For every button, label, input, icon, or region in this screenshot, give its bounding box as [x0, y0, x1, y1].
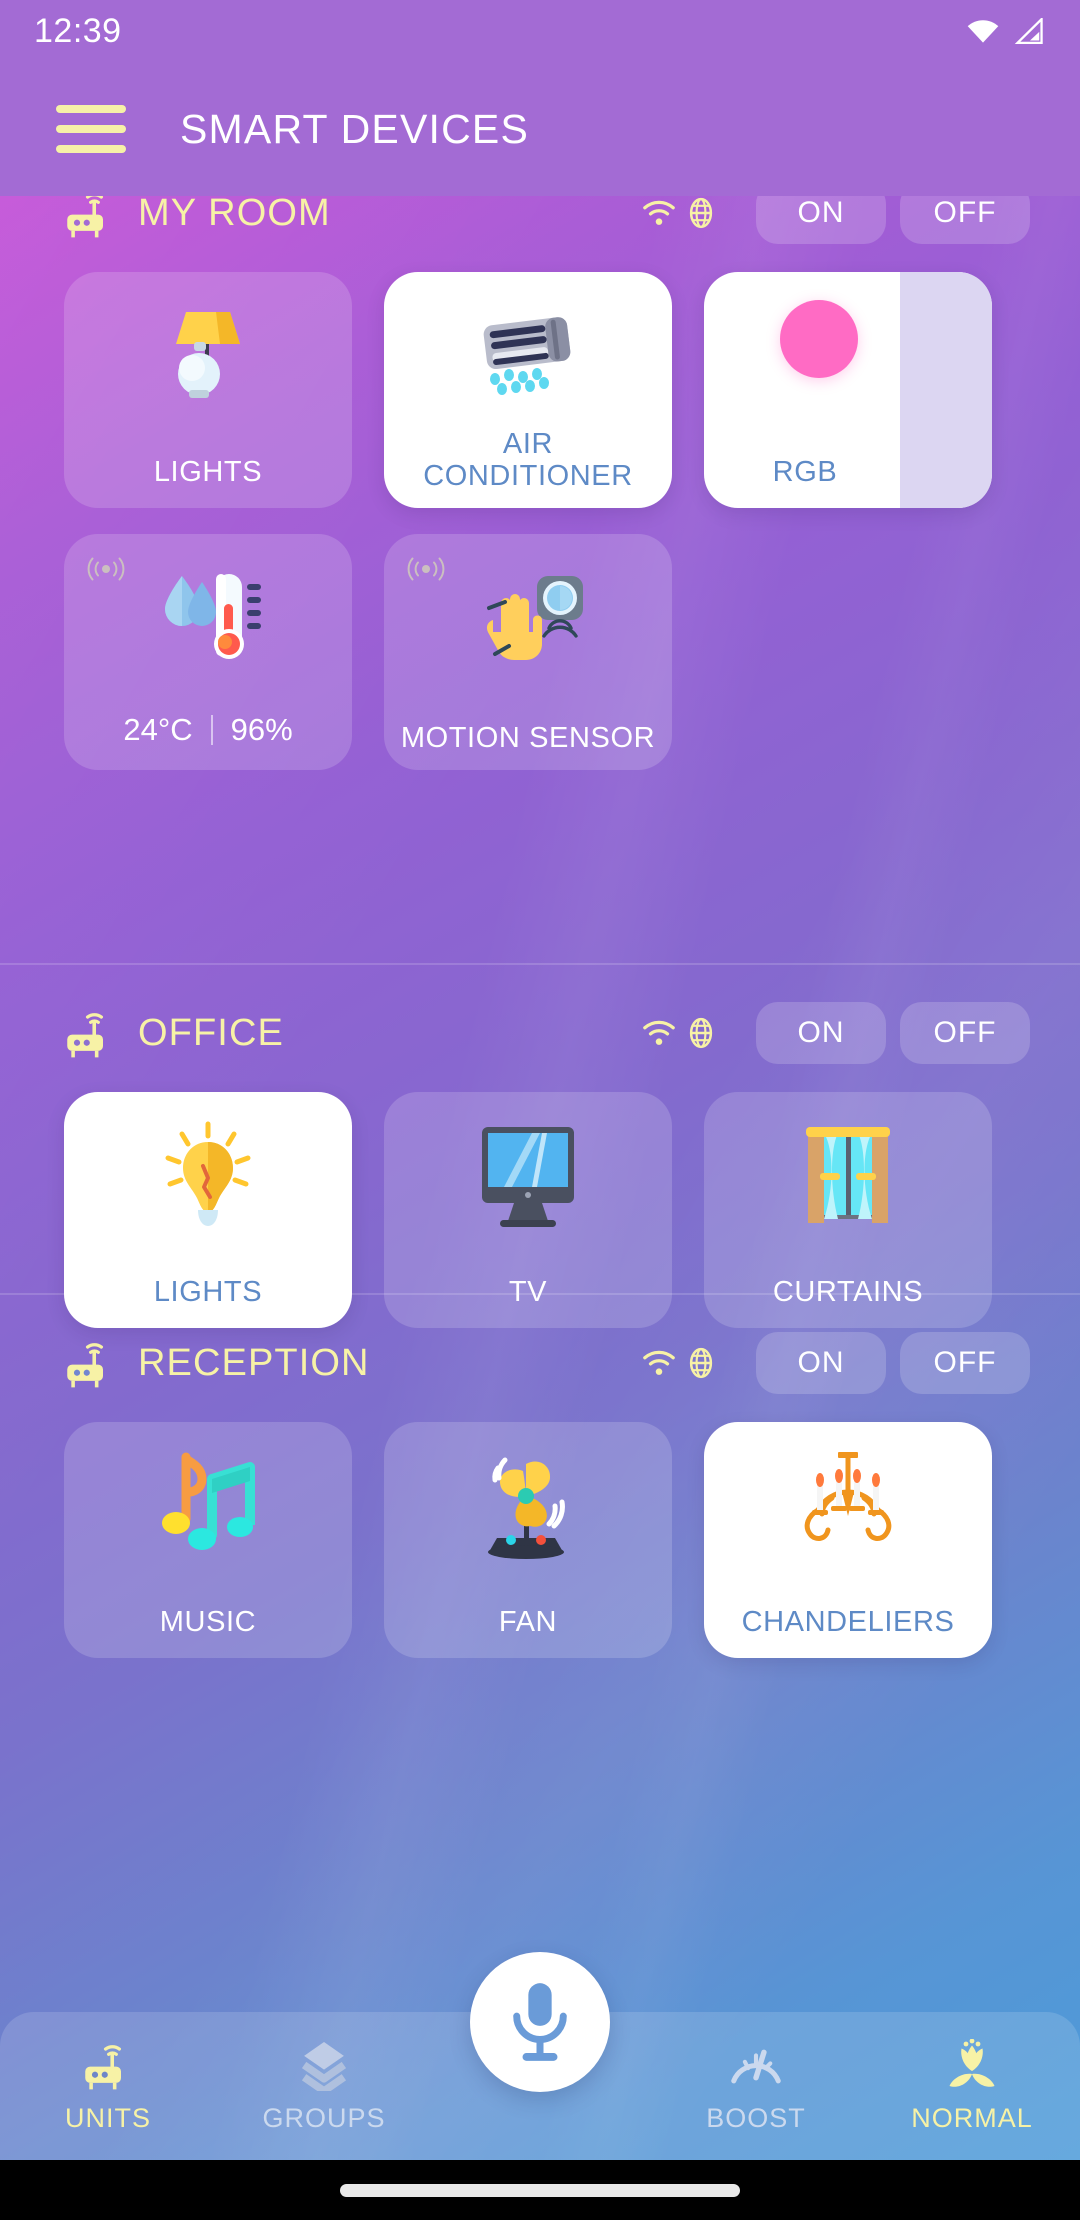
- device-card-air-conditioner[interactable]: AIR CONDITIONER: [384, 272, 672, 508]
- section-on-button[interactable]: ON: [756, 1332, 886, 1394]
- section-divider: [0, 963, 1080, 965]
- hamburger-menu-icon[interactable]: [56, 105, 126, 153]
- cellular-signal-icon: [1014, 18, 1043, 44]
- device-card-music[interactable]: MUSIC: [64, 1422, 352, 1658]
- section-off-button[interactable]: OFF: [900, 1332, 1030, 1394]
- voice-assistant-button[interactable]: [470, 1952, 610, 2092]
- globe-icon: [689, 1347, 713, 1379]
- nav-label: BOOST: [706, 2102, 806, 2133]
- nav-item-normal[interactable]: NORMAL: [864, 2012, 1080, 2160]
- router-icon: [67, 196, 103, 238]
- nav-item-boost[interactable]: BOOST: [648, 2012, 864, 2160]
- status-indicators: [966, 18, 1046, 44]
- status-bar: 12:39: [0, 0, 1080, 62]
- section-office: OFFICE ON OFF LIGHTS TV CURTAINS: [0, 996, 1080, 1328]
- hamburger-bar: [56, 125, 126, 133]
- device-label: MUSIC: [159, 1605, 257, 1638]
- wifi-icon: [643, 1350, 675, 1375]
- wifi-icon: [967, 20, 999, 43]
- router-icon: [67, 1343, 103, 1388]
- section-off-button[interactable]: OFF: [900, 196, 1030, 244]
- air-conditioner-icon: [469, 294, 587, 420]
- system-navigation-bar: [0, 2160, 1080, 2220]
- humidity-value: 96%: [230, 712, 293, 747]
- section-title: OFFICE: [138, 1011, 284, 1054]
- device-label: FAN: [498, 1605, 558, 1638]
- curtains-icon: [796, 1114, 900, 1240]
- wifi-icon: [643, 1020, 675, 1045]
- rgb-color-swatch-icon[interactable]: [780, 300, 858, 378]
- device-label: CHANDELIERS: [741, 1605, 955, 1638]
- device-list-scroll[interactable]: MY ROOM ON OFF LIGHTS AIR CONDITIONER RG…: [0, 196, 1080, 2160]
- microphone-icon: [513, 1983, 567, 2061]
- device-label: RGB: [772, 455, 838, 488]
- device-grid-row: LIGHTS TV CURTAINS: [0, 1092, 1080, 1328]
- device-card-temperature-sensor[interactable]: 24°C 96%: [64, 534, 352, 770]
- device-card-chandeliers[interactable]: CHANDELIERS: [704, 1422, 992, 1658]
- section-title: RECEPTION: [138, 1341, 370, 1384]
- device-label: LIGHTS: [153, 1275, 263, 1308]
- section-on-button[interactable]: ON: [756, 1002, 886, 1064]
- status-time: 12:39: [34, 11, 122, 50]
- section-header: RECEPTION ON OFF: [0, 1326, 1080, 1400]
- table-lamp-icon: [154, 294, 262, 420]
- globe-icon: [689, 197, 713, 229]
- router-icon: [81, 2039, 135, 2091]
- page-title: SMART DEVICES: [180, 105, 530, 152]
- lotus-icon: [945, 2038, 999, 2091]
- device-card-office-lights[interactable]: LIGHTS: [64, 1092, 352, 1328]
- hamburger-bar: [56, 145, 126, 153]
- section-my-room: MY ROOM ON OFF LIGHTS AIR CONDITIONER RG…: [0, 196, 1080, 770]
- router-icon: [67, 1013, 103, 1058]
- home-indicator[interactable]: [340, 2183, 740, 2197]
- phone-screen: 12:39 SMART DEVICES MY ROOM ON OFF LIGHT…: [0, 0, 1080, 2220]
- nav-item-groups[interactable]: GROUPS: [216, 2012, 432, 2160]
- app-bar: SMART DEVICES: [0, 62, 1080, 196]
- section-header: MY ROOM ON OFF: [0, 196, 1080, 250]
- nav-label: NORMAL: [911, 2102, 1033, 2133]
- motion-sensor-icon: [465, 560, 591, 686]
- gauge-icon: [729, 2039, 783, 2091]
- section-title: MY ROOM: [138, 196, 331, 234]
- device-label: TV: [508, 1275, 548, 1308]
- temperature-value: 24°C: [123, 712, 193, 747]
- device-label: MOTION SENSOR: [400, 721, 656, 754]
- nav-item-units[interactable]: UNITS: [0, 2012, 216, 2160]
- device-label: CURTAINS: [772, 1275, 924, 1308]
- device-card-lights[interactable]: LIGHTS: [64, 272, 352, 508]
- television-icon: [470, 1114, 586, 1240]
- hamburger-bar: [56, 105, 126, 113]
- layers-icon: [297, 2039, 351, 2091]
- radio-wave-icon: [407, 557, 445, 581]
- sensor-readout: 24°C 96%: [64, 712, 352, 748]
- nav-label: UNITS: [65, 2102, 151, 2133]
- wifi-icon: [643, 200, 675, 225]
- globe-icon: [689, 1017, 713, 1049]
- device-card-motion-sensor[interactable]: MOTION SENSOR: [384, 534, 672, 770]
- device-label: LIGHTS: [153, 455, 263, 488]
- device-card-curtains[interactable]: CURTAINS: [704, 1092, 992, 1328]
- device-card-tv[interactable]: TV: [384, 1092, 672, 1328]
- device-grid-row: MUSIC FAN CHANDELIERS: [0, 1422, 1080, 1658]
- chandelier-icon: [784, 1444, 912, 1570]
- nav-label: GROUPS: [262, 2102, 386, 2133]
- music-notes-icon: [154, 1444, 262, 1570]
- device-grid-row: LIGHTS AIR CONDITIONER RGB: [0, 272, 1080, 508]
- value-separator: [210, 715, 213, 745]
- section-reception: RECEPTION ON OFF MUSIC FAN CHANDELIERS: [0, 1326, 1080, 1658]
- device-label: AIR CONDITIONER: [423, 428, 633, 492]
- device-grid-row: 24°C 96% MOTION SENSOR: [0, 534, 1080, 770]
- section-off-button[interactable]: OFF: [900, 1002, 1030, 1064]
- device-card-fan[interactable]: FAN: [384, 1422, 672, 1658]
- section-header: OFFICE ON OFF: [0, 996, 1080, 1070]
- section-on-button[interactable]: ON: [756, 196, 886, 244]
- light-bulb-icon: [156, 1114, 260, 1240]
- radio-wave-icon: [87, 557, 125, 581]
- fan-icon: [471, 1444, 585, 1570]
- device-card-rgb[interactable]: RGB: [704, 272, 992, 508]
- thermometer-humidity-icon: [144, 560, 272, 686]
